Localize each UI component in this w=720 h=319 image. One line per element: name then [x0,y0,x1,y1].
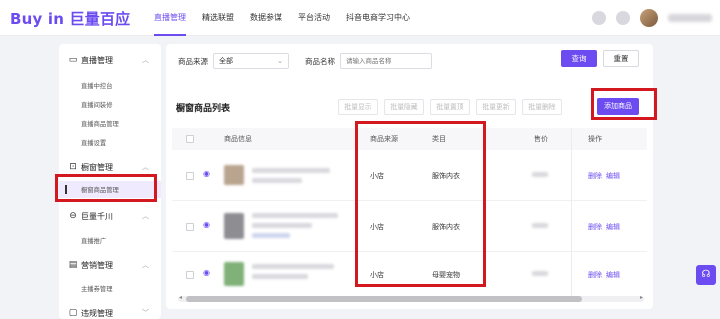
bulk-hide-button[interactable]: 批量隐藏 [384,99,424,115]
col-price: 售价 [534,135,548,143]
row-price-blurred [532,271,548,276]
sidebar-group-label: 违规管理 [81,308,113,318]
chevron-up-icon: ︿ [142,261,149,269]
account-name-blurred[interactable] [668,14,712,22]
highlight-box-add-button [591,88,657,120]
row-checkbox[interactable] [186,172,194,180]
edit-link[interactable]: 编辑 [606,222,620,232]
scroll-left-icon[interactable]: ◂ [179,294,182,301]
violation-icon: ▢ [68,308,78,318]
product-name-blurred[interactable] [252,213,338,218]
chevron-up-icon: ︿ [142,163,149,171]
nav-selected-alliance[interactable]: 精选联盟 [194,0,242,36]
source-select[interactable]: 全部 ⌄ [213,53,289,69]
sidebar-item-live-console[interactable]: 直播中控台 [81,81,112,90]
filter-bar: 商品来源 全部 ⌄ 商品名称 [178,53,432,69]
row-price-blurred [532,172,548,177]
sidebar-group-showcase[interactable]: ⊡ 橱窗管理 ︿ [59,160,161,174]
nav-data-advisor[interactable]: 数据参谋 [242,0,290,36]
bulk-pin-button[interactable]: 批量置顶 [430,99,470,115]
sidebar-group-label: 营销管理 [81,260,113,270]
list-title: 橱窗商品列表 [176,104,231,114]
product-thumbnail[interactable] [224,165,244,185]
notification-icon[interactable] [616,11,630,25]
top-bar: Buy in 巨量百应 直播管理 精选联盟 数据参谋 平台活动 抖音电商学习中心 [0,0,720,36]
sidebar-group-label: 巨量千川 [81,211,113,221]
sidebar-item-live-products[interactable]: 直播商品管理 [81,119,119,128]
nav-learning-center[interactable]: 抖音电商学习中心 [338,0,418,36]
product-thumbnail[interactable] [224,262,244,286]
col-operation: 操作 [588,135,602,143]
customer-service-icon[interactable]: ☊ [696,265,716,285]
sidebar-group-qianchuan[interactable]: ⊖ 巨量千川 ︿ [59,209,161,223]
search-button[interactable]: 查询 [561,50,597,67]
bulk-update-button[interactable]: 批量更新 [476,99,516,115]
bulk-show-button[interactable]: 批量显示 [338,99,378,115]
edit-link[interactable]: 编辑 [606,270,620,280]
qianchuan-icon: ⊖ [69,211,77,221]
product-name-blurred[interactable] [252,264,334,269]
horizontal-scrollbar[interactable]: ◂ ▸ [178,294,644,302]
highlight-box-columns [355,121,486,287]
chevron-up-icon: ︿ [142,212,149,220]
app-logo[interactable]: Buy in 巨量百应 [10,8,130,29]
delete-link[interactable]: 删除 [588,270,602,280]
product-id-blurred [252,274,308,279]
avatar[interactable] [640,9,658,27]
delete-link[interactable]: 删除 [588,171,602,181]
chevron-up-icon: ︿ [142,56,149,64]
reset-button[interactable]: 重置 [603,50,639,67]
settings-icon[interactable] [592,11,606,25]
row-checkbox[interactable] [186,223,194,231]
edit-link[interactable]: 编辑 [606,171,620,181]
top-icons [592,9,712,27]
sidebar-group-label: 橱窗管理 [81,162,113,172]
product-name-input[interactable] [340,53,432,69]
sidebar-item-live-decoration[interactable]: 直播间装修 [81,100,112,109]
source-select-value: 全部 [219,57,233,65]
showcase-icon: ⊡ [69,162,77,172]
top-nav: 直播管理 精选联盟 数据参谋 平台活动 抖音电商学习中心 [146,0,418,36]
name-filter-label: 商品名称 [305,56,335,66]
row-price-blurred [532,223,548,228]
eye-icon[interactable]: ◉ [203,220,210,229]
sidebar-group-label: 直播管理 [81,55,113,65]
scroll-thumb[interactable] [186,296,582,302]
nav-platform-activity[interactable]: 平台活动 [290,0,338,36]
sidebar-group-live[interactable]: ▭ 直播管理 ︿ [59,53,161,67]
live-icon: ▭ [68,55,78,65]
select-all-checkbox[interactable] [186,135,194,143]
product-thumbnail[interactable] [224,213,244,239]
fixed-column-divider [571,128,572,296]
product-id-blurred [252,178,302,183]
eye-icon[interactable]: ◉ [203,169,210,178]
source-filter-label: 商品来源 [178,56,208,66]
marketing-icon: ▤ [68,260,78,270]
bulk-delete-button[interactable]: 批量删除 [522,99,562,115]
col-product-info: 商品信息 [224,135,252,143]
product-tag-blurred [252,233,290,238]
sidebar-item-live-promotion[interactable]: 直播推广 [81,236,106,245]
product-name-blurred[interactable] [252,168,330,173]
delete-link[interactable]: 删除 [588,222,602,232]
eye-icon[interactable]: ◉ [203,268,210,277]
product-id-blurred [252,223,312,228]
chevron-down-icon: ⌄ [277,57,283,65]
sidebar-item-live-settings[interactable]: 直播设置 [81,138,106,147]
scroll-right-icon[interactable]: ▸ [640,294,643,301]
row-checkbox[interactable] [186,271,194,279]
sidebar-group-violation[interactable]: ▢ 违规管理 ﹀ [59,306,161,319]
sidebar-item-coupon[interactable]: 主播券管理 [81,284,112,293]
highlight-box-sidebar-item [55,174,157,202]
sidebar-group-marketing[interactable]: ▤ 营销管理 ︿ [59,258,161,272]
nav-live-management[interactable]: 直播管理 [146,0,194,36]
chevron-down-icon: ﹀ [142,309,149,317]
